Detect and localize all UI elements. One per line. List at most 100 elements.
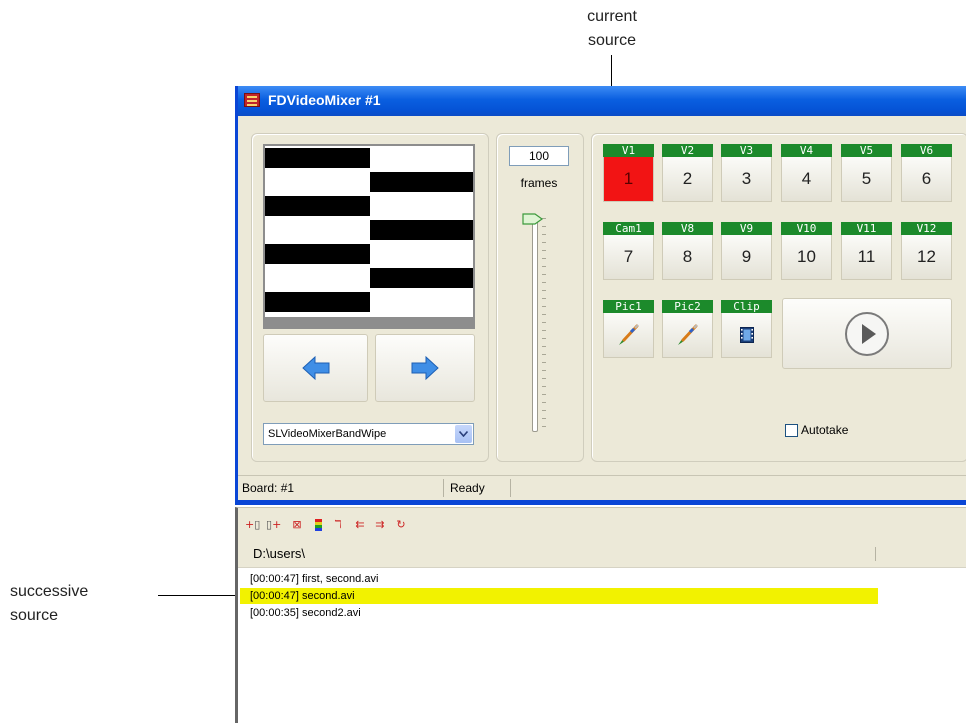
status-divider	[510, 479, 511, 497]
status-divider	[443, 479, 444, 497]
preview-stripe	[370, 220, 473, 240]
source-label: Pic1	[603, 300, 654, 313]
path-header: D:\users\	[238, 541, 966, 568]
add-after-icon[interactable]: ▯+	[266, 518, 281, 532]
preview-bottom-bar	[265, 317, 473, 327]
next-transition-button[interactable]	[375, 334, 475, 402]
source-button-12[interactable]: 12	[901, 235, 952, 280]
playlist-panel: +▯ ▯+ ⊠ ℸ ⇇ ⇉ ↻ D:\users\ [00:00:47] fir…	[235, 507, 966, 723]
source-button-6[interactable]: 6	[901, 157, 952, 202]
source-button-2[interactable]: 2	[662, 157, 713, 202]
autotake-checkbox[interactable]: Autotake	[785, 423, 848, 437]
media-source-cell: Pic2	[662, 300, 713, 358]
chevron-down-icon[interactable]	[455, 425, 472, 443]
checkbox-box[interactable]	[785, 423, 798, 437]
playlist-toolbar: +▯ ▯+ ⊠ ℸ ⇇ ⇉ ↻	[238, 508, 966, 541]
source-cell: V6 6	[901, 144, 952, 202]
split-icon[interactable]: ℸ	[331, 518, 345, 532]
source-button-8[interactable]: 8	[662, 235, 713, 280]
playlist-entry[interactable]: [00:00:35] second2.avi	[250, 606, 361, 621]
window-title: FDVideoMixer #1	[268, 92, 381, 108]
source-button-9[interactable]: 9	[721, 235, 772, 280]
source-button-7[interactable]: 7	[603, 235, 654, 280]
add-before-icon[interactable]: +▯	[245, 518, 260, 532]
source-cell: V5 5	[841, 144, 892, 202]
previous-transition-button[interactable]	[263, 334, 368, 402]
merge-right-icon[interactable]: ⇉	[373, 518, 387, 532]
source-label: V5	[841, 144, 892, 157]
source-cell: V10 10	[781, 222, 832, 280]
source-button-11[interactable]: 11	[841, 235, 892, 280]
source-label: V6	[901, 144, 952, 157]
media-source-cell: Clip	[721, 300, 772, 358]
source-button-1[interactable]: 1	[603, 157, 654, 202]
delete-icon[interactable]: ⊠	[290, 518, 304, 532]
preview-stripe	[265, 244, 370, 264]
status-state: Ready	[450, 481, 485, 495]
source-label: V10	[781, 222, 832, 235]
source-cell: V3 3	[721, 144, 772, 202]
source-label: V9	[721, 222, 772, 235]
preview-stripe	[265, 292, 370, 312]
frames-input[interactable]: 100	[509, 146, 569, 166]
source-label: Pic2	[662, 300, 713, 313]
window-bottom-edge	[235, 500, 966, 505]
slider-ticks	[542, 218, 546, 430]
status-board: Board: #1	[242, 481, 295, 495]
color-icon[interactable]	[311, 518, 325, 532]
transition-select-value: SLVideoMixerBandWipe	[268, 428, 387, 440]
source-button-3[interactable]: 3	[721, 157, 772, 202]
mixer-window: FDVideoMixer #1 SLVideoMixerBandWipe 100…	[235, 86, 966, 500]
autotake-label: Autotake	[801, 423, 849, 437]
playlist-entry-selected[interactable]: [00:00:47] second.avi	[250, 589, 355, 604]
media-source-cell: Pic1	[603, 300, 654, 358]
source-cell: V4 4	[781, 144, 832, 202]
source-label: V1	[603, 144, 654, 157]
brush-icon	[618, 324, 639, 345]
refresh-icon[interactable]: ↻	[394, 518, 408, 532]
transition-preview	[263, 144, 475, 329]
arrow-right-icon	[411, 355, 439, 381]
source-button-4[interactable]: 4	[781, 157, 832, 202]
play-button[interactable]	[782, 298, 952, 369]
source-cell: V1 1	[603, 144, 654, 202]
source-cell: V2 2	[662, 144, 713, 202]
picture-1-button[interactable]	[603, 313, 654, 358]
annotation-line-2: source	[587, 32, 637, 49]
source-label: V4	[781, 144, 832, 157]
preview-stripe	[370, 268, 473, 288]
source-cell: V12 12	[901, 222, 952, 280]
source-label: V2	[662, 144, 713, 157]
preview-stripe	[265, 196, 370, 216]
path-label: D:\users\	[253, 546, 306, 561]
playlist-entry[interactable]: [00:00:47] first, second.avi	[250, 572, 378, 587]
title-bar[interactable]: FDVideoMixer #1	[238, 86, 966, 116]
source-button-10[interactable]: 10	[781, 235, 832, 280]
brush-icon	[677, 324, 698, 345]
source-cell: V8 8	[662, 222, 713, 280]
arrow-left-icon	[301, 355, 329, 381]
transition-select[interactable]: SLVideoMixerBandWipe	[263, 423, 474, 445]
source-cell: V11 11	[841, 222, 892, 280]
source-label: V8	[662, 222, 713, 235]
source-label: Cam1	[603, 222, 654, 235]
preview-stripe	[265, 148, 370, 168]
header-divider	[875, 547, 876, 561]
slider-thumb[interactable]	[522, 210, 544, 225]
picture-2-button[interactable]	[662, 313, 713, 358]
play-icon	[845, 311, 889, 356]
current-source-annotation: current source	[560, 5, 664, 53]
source-label: V12	[901, 222, 952, 235]
successive-source-annotation: successive source	[10, 580, 88, 628]
slider-track	[532, 216, 538, 432]
film-icon	[739, 327, 754, 343]
source-cell: V9 9	[721, 222, 772, 280]
frames-label: frames	[520, 176, 558, 190]
annotation-line-1: successive	[10, 583, 89, 600]
annotation-line-1: current	[587, 8, 637, 25]
annotation-line-2: source	[10, 607, 59, 624]
merge-left-icon[interactable]: ⇇	[353, 518, 367, 532]
source-cell: Cam1 7	[603, 222, 654, 280]
source-button-5[interactable]: 5	[841, 157, 892, 202]
clip-button[interactable]	[721, 313, 772, 358]
